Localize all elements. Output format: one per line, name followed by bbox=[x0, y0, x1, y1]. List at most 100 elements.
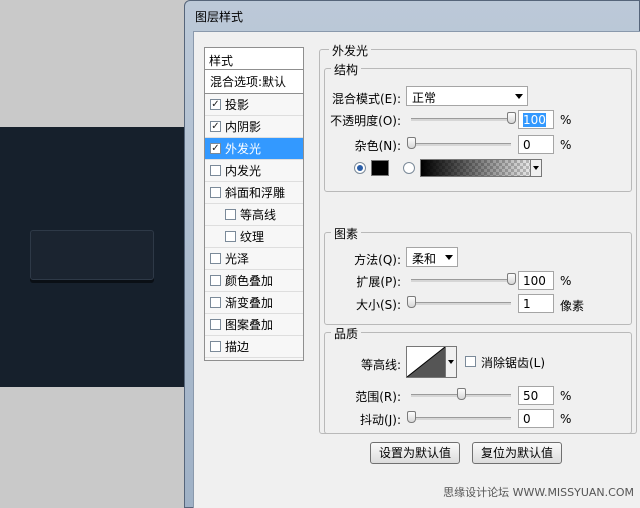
style-item-label: 等高线 bbox=[240, 208, 277, 222]
opacity-slider-thumb[interactable] bbox=[507, 112, 516, 124]
watermark: 思缘设计论坛 WWW.MISSYUAN.COM bbox=[443, 486, 634, 499]
window-title: 图层样式 bbox=[195, 10, 244, 24]
blend-mode-value: 正常 bbox=[412, 91, 437, 105]
noise-percent: % bbox=[560, 138, 572, 152]
title-bar[interactable]: 图层样式 bbox=[185, 1, 639, 31]
style-item[interactable]: ✓ 内阴影 bbox=[205, 116, 303, 138]
technique-value: 柔和 bbox=[412, 252, 437, 266]
style-item[interactable]: ✓ 外发光 bbox=[205, 138, 303, 160]
outer-glow-title: 外发光 bbox=[329, 42, 372, 59]
opacity-input[interactable]: 100 bbox=[518, 110, 554, 129]
glow-color-swatch[interactable] bbox=[371, 160, 389, 176]
noise-slider-thumb[interactable] bbox=[407, 137, 416, 149]
size-slider-thumb[interactable] bbox=[407, 296, 416, 308]
jitter-slider-track[interactable] bbox=[411, 417, 511, 420]
technique-select[interactable]: 柔和 bbox=[406, 247, 458, 267]
set-default-button[interactable]: 设置为默认值 bbox=[370, 442, 460, 464]
opacity-slider-track[interactable] bbox=[411, 118, 511, 121]
technique-label: 方法(Q): bbox=[354, 253, 401, 267]
spread-percent: % bbox=[560, 274, 572, 288]
chevron-down-icon bbox=[445, 255, 453, 260]
style-item[interactable]: 图案叠加 bbox=[205, 314, 303, 336]
opacity-label: 不透明度(O): bbox=[330, 114, 401, 128]
style-checkbox[interactable] bbox=[210, 187, 221, 198]
dialog-client: 样式 混合选项:默认 ✓ 投影 ✓ 内阴影 ✓ 外发光内发光斜面和浮雕等高线纹理光泽颜色叠… bbox=[193, 31, 640, 508]
spread-slider-track[interactable] bbox=[411, 279, 511, 282]
antialias-checkbox[interactable] bbox=[465, 356, 476, 367]
chevron-down-icon[interactable] bbox=[530, 160, 541, 176]
style-item[interactable]: 颜色叠加 bbox=[205, 270, 303, 292]
style-checkbox[interactable] bbox=[210, 165, 221, 176]
style-item[interactable]: 斜面和浮雕 bbox=[205, 182, 303, 204]
opacity-percent: % bbox=[560, 113, 572, 127]
style-item[interactable]: ✓ 投影 bbox=[205, 94, 303, 116]
style-checkbox[interactable] bbox=[210, 253, 221, 264]
spread-label: 扩展(P): bbox=[356, 275, 401, 289]
style-checkbox[interactable] bbox=[210, 319, 221, 330]
noise-label: 杂色(N): bbox=[354, 139, 401, 153]
style-checkbox[interactable] bbox=[225, 209, 236, 220]
style-item-label: 内阴影 bbox=[225, 120, 262, 134]
blend-options-label: 混合选项:默认 bbox=[210, 75, 287, 89]
range-slider-thumb[interactable] bbox=[457, 388, 466, 400]
layer-style-dialog: 图层样式 样式 混合选项:默认 ✓ 投影 ✓ 内阴影 ✓ 外发光内发光斜面和浮雕等高线纹理… bbox=[184, 0, 640, 508]
contour-preview[interactable] bbox=[406, 346, 446, 378]
jitter-slider-thumb[interactable] bbox=[407, 411, 416, 423]
size-input[interactable]: 1 bbox=[518, 294, 554, 313]
glow-gradient-picker[interactable] bbox=[420, 159, 542, 177]
blend-mode-select[interactable]: 正常 bbox=[406, 86, 528, 106]
style-checkbox[interactable] bbox=[225, 231, 236, 242]
style-item[interactable]: 等高线 bbox=[205, 204, 303, 226]
style-item-label: 纹理 bbox=[240, 230, 265, 244]
preview-button-shape bbox=[30, 230, 154, 280]
chevron-down-icon bbox=[515, 94, 523, 99]
size-unit: 像素 bbox=[560, 299, 585, 313]
style-item[interactable]: 纹理 bbox=[205, 226, 303, 248]
range-percent: % bbox=[560, 389, 572, 403]
style-item-label: 图案叠加 bbox=[225, 318, 274, 332]
noise-input[interactable]: 0 bbox=[518, 135, 554, 154]
antialias-label: 消除锯齿(L) bbox=[481, 356, 546, 370]
spread-input[interactable]: 100 bbox=[518, 271, 554, 290]
range-input[interactable]: 50 bbox=[518, 386, 554, 405]
style-checkbox[interactable]: ✓ bbox=[210, 99, 221, 110]
jitter-input[interactable]: 0 bbox=[518, 409, 554, 428]
style-checkbox[interactable] bbox=[210, 341, 221, 352]
size-slider-track[interactable] bbox=[411, 302, 511, 305]
spread-slider-thumb[interactable] bbox=[507, 273, 516, 285]
style-item[interactable]: 描边 bbox=[205, 336, 303, 358]
style-item-label: 斜面和浮雕 bbox=[225, 186, 286, 200]
style-item-label: 投影 bbox=[225, 98, 250, 112]
range-label: 范围(R): bbox=[355, 390, 401, 404]
contour-curve-icon bbox=[406, 346, 446, 378]
style-checkbox[interactable] bbox=[210, 297, 221, 308]
size-label: 大小(S): bbox=[355, 298, 401, 312]
styles-header[interactable]: 样式 bbox=[205, 48, 303, 70]
blend-mode-label: 混合模式(E): bbox=[332, 92, 401, 106]
style-checkbox[interactable]: ✓ bbox=[210, 121, 221, 132]
style-item-label: 描边 bbox=[225, 340, 250, 354]
style-checkbox[interactable] bbox=[210, 275, 221, 286]
jitter-label: 抖动(J): bbox=[360, 413, 401, 427]
style-item-label: 内发光 bbox=[225, 164, 262, 178]
quality-title: 品质 bbox=[331, 325, 362, 342]
contour-label: 等高线: bbox=[360, 358, 401, 372]
blend-options-item[interactable]: 混合选项:默认 bbox=[205, 70, 303, 94]
style-item-label: 外发光 bbox=[225, 142, 262, 156]
solid-color-radio[interactable] bbox=[354, 162, 366, 174]
gradient-radio[interactable] bbox=[403, 162, 415, 174]
style-item[interactable]: 光泽 bbox=[205, 248, 303, 270]
jitter-percent: % bbox=[560, 412, 572, 426]
style-item[interactable]: 内发光 bbox=[205, 160, 303, 182]
structure-title: 结构 bbox=[331, 61, 362, 78]
style-checkbox[interactable]: ✓ bbox=[210, 143, 221, 154]
elements-title: 图素 bbox=[331, 225, 362, 242]
style-item-label: 颜色叠加 bbox=[225, 274, 274, 288]
styles-list: 样式 混合选项:默认 ✓ 投影 ✓ 内阴影 ✓ 外发光内发光斜面和浮雕等高线纹理光泽颜色叠… bbox=[204, 47, 304, 361]
style-item-label: 渐变叠加 bbox=[225, 296, 274, 310]
style-item[interactable]: 渐变叠加 bbox=[205, 292, 303, 314]
reset-default-button[interactable]: 复位为默认值 bbox=[472, 442, 562, 464]
chevron-down-icon[interactable] bbox=[446, 346, 457, 378]
noise-slider-track[interactable] bbox=[411, 143, 511, 146]
style-item-label: 光泽 bbox=[225, 252, 250, 266]
